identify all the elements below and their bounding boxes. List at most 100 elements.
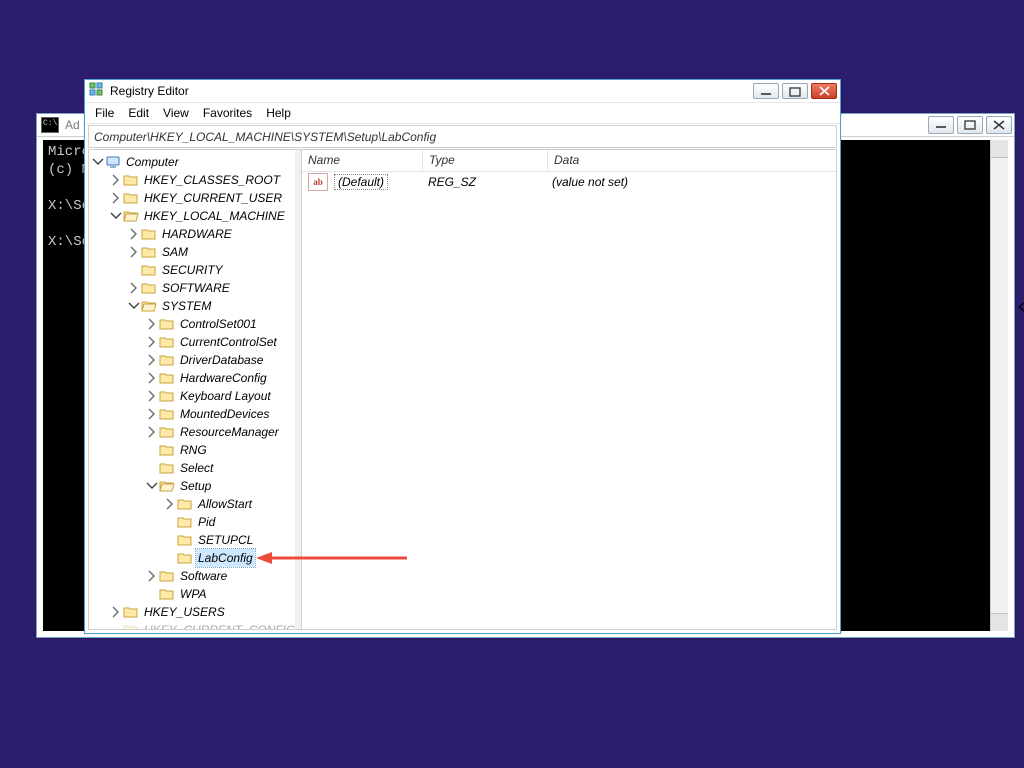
tree-node-wpa[interactable]: WPA bbox=[145, 585, 301, 603]
maximize-button[interactable] bbox=[782, 83, 808, 99]
menu-help[interactable]: Help bbox=[266, 106, 291, 120]
tree-node-keyboard-layout[interactable]: Keyboard Layout bbox=[145, 387, 301, 405]
folder-icon bbox=[159, 461, 175, 475]
folder-icon bbox=[159, 407, 175, 421]
folder-open-icon bbox=[159, 479, 175, 493]
tree-node-setup[interactable]: Setup bbox=[145, 477, 301, 495]
address-bar[interactable]: Computer\HKEY_LOCAL_MACHINE\SYSTEM\Setup… bbox=[88, 125, 837, 148]
chevron-down-icon[interactable] bbox=[91, 155, 105, 169]
tree-node-setupcl[interactable]: SETUPCL bbox=[163, 531, 301, 549]
close-button[interactable] bbox=[986, 116, 1012, 134]
regedit-titlebar[interactable]: Registry Editor bbox=[85, 80, 840, 103]
tree-node-currentcontrolset[interactable]: CurrentControlSet bbox=[145, 333, 301, 351]
tree-node-driverdatabase[interactable]: DriverDatabase bbox=[145, 351, 301, 369]
tree-node-mounteddevices[interactable]: MountedDevices bbox=[145, 405, 301, 423]
chevron-right-icon[interactable] bbox=[145, 389, 159, 403]
values-pane[interactable]: Name Type Data ab (Default) REG_SZ (valu… bbox=[302, 150, 836, 629]
chevron-right-icon[interactable] bbox=[145, 569, 159, 583]
folder-icon bbox=[141, 281, 157, 295]
folder-icon bbox=[159, 335, 175, 349]
folder-open-icon bbox=[123, 209, 139, 223]
folder-open-icon bbox=[141, 299, 157, 313]
value-row[interactable]: ab (Default) REG_SZ (value not set) bbox=[302, 172, 836, 192]
tree-scrollbar[interactable] bbox=[295, 150, 301, 629]
tree-node-software[interactable]: SOFTWARE bbox=[127, 279, 301, 297]
regedit-title-text: Registry Editor bbox=[110, 84, 189, 98]
chevron-right-icon[interactable] bbox=[163, 497, 177, 511]
tree-node-sam[interactable]: SAM bbox=[127, 243, 301, 261]
cmd-title-text: Ad bbox=[65, 118, 80, 132]
folder-icon bbox=[141, 227, 157, 241]
cmd-scrollbar[interactable] bbox=[990, 140, 1008, 631]
column-name[interactable]: Name bbox=[302, 150, 423, 171]
maximize-button[interactable] bbox=[957, 116, 983, 134]
column-headers[interactable]: Name Type Data bbox=[302, 150, 836, 172]
chevron-right-icon[interactable] bbox=[109, 173, 123, 187]
folder-icon bbox=[159, 425, 175, 439]
chevron-right-icon[interactable] bbox=[145, 335, 159, 349]
chevron-right-icon[interactable] bbox=[145, 407, 159, 421]
tree-pane[interactable]: Computer HKEY_CLASSES_ROOT HKEY_CURRENT_… bbox=[89, 150, 302, 629]
tree-node-security[interactable]: SECURITY bbox=[127, 261, 301, 279]
tree-node-allowstart[interactable]: AllowStart bbox=[163, 495, 301, 513]
tree-node-hku[interactable]: HKEY_USERS bbox=[109, 603, 301, 621]
tree-node-computer[interactable]: Computer bbox=[91, 153, 301, 171]
chevron-right-icon[interactable] bbox=[145, 353, 159, 367]
folder-icon bbox=[159, 317, 175, 331]
minimize-button[interactable] bbox=[753, 83, 779, 99]
chevron-down-icon[interactable] bbox=[109, 209, 123, 223]
regedit-icon bbox=[89, 82, 105, 101]
menu-view[interactable]: View bbox=[163, 106, 189, 120]
folder-icon bbox=[177, 551, 193, 565]
folder-icon bbox=[177, 497, 193, 511]
tree-node-resourcemanager[interactable]: ResourceManager bbox=[145, 423, 301, 441]
tree-node-labconfig[interactable]: LabConfig bbox=[163, 549, 301, 567]
tree-node-pid[interactable]: Pid bbox=[163, 513, 301, 531]
tree-node-system[interactable]: SYSTEM bbox=[127, 297, 301, 315]
folder-icon bbox=[159, 389, 175, 403]
chevron-down-icon[interactable] bbox=[127, 299, 141, 313]
tree-node-controlset001[interactable]: ControlSet001 bbox=[145, 315, 301, 333]
folder-icon bbox=[159, 371, 175, 385]
folder-icon bbox=[159, 587, 175, 601]
folder-icon bbox=[123, 623, 139, 629]
chevron-right-icon[interactable] bbox=[145, 371, 159, 385]
tree-node-rng[interactable]: RNG bbox=[145, 441, 301, 459]
tree-node-hkcc[interactable]: HKEY_CURRENT_CONFIG bbox=[109, 621, 301, 629]
folder-icon bbox=[159, 569, 175, 583]
chevron-right-icon[interactable] bbox=[127, 281, 141, 295]
folder-icon bbox=[141, 245, 157, 259]
close-button[interactable] bbox=[811, 83, 837, 99]
minimize-button[interactable] bbox=[928, 116, 954, 134]
tree-node-software[interactable]: Software bbox=[145, 567, 301, 585]
computer-icon bbox=[105, 155, 121, 169]
menu-favorites[interactable]: Favorites bbox=[203, 106, 252, 120]
menu-bar: File Edit View Favorites Help bbox=[85, 103, 840, 124]
folder-icon bbox=[177, 515, 193, 529]
folder-icon bbox=[141, 263, 157, 277]
folder-icon bbox=[159, 443, 175, 457]
tree-node-select[interactable]: Select bbox=[145, 459, 301, 477]
cmd-icon bbox=[41, 117, 59, 133]
folder-icon bbox=[159, 353, 175, 367]
resize-caret-icon bbox=[1017, 302, 1024, 312]
column-data[interactable]: Data bbox=[548, 150, 836, 171]
chevron-right-icon[interactable] bbox=[145, 425, 159, 439]
menu-file[interactable]: File bbox=[95, 106, 114, 120]
column-type[interactable]: Type bbox=[423, 150, 548, 171]
chevron-right-icon[interactable] bbox=[127, 245, 141, 259]
menu-edit[interactable]: Edit bbox=[128, 106, 149, 120]
tree-node-hardwareconfig[interactable]: HardwareConfig bbox=[145, 369, 301, 387]
tree-node-hklm[interactable]: HKEY_LOCAL_MACHINE bbox=[109, 207, 301, 225]
folder-icon bbox=[177, 533, 193, 547]
tree-node-hkcr[interactable]: HKEY_CLASSES_ROOT bbox=[109, 171, 301, 189]
chevron-right-icon[interactable] bbox=[145, 317, 159, 331]
chevron-right-icon[interactable] bbox=[109, 191, 123, 205]
chevron-down-icon[interactable] bbox=[145, 479, 159, 493]
folder-icon bbox=[123, 191, 139, 205]
tree-node-hkcu[interactable]: HKEY_CURRENT_USER bbox=[109, 189, 301, 207]
tree-node-hardware[interactable]: HARDWARE bbox=[127, 225, 301, 243]
string-value-icon: ab bbox=[308, 173, 328, 191]
chevron-right-icon[interactable] bbox=[127, 227, 141, 241]
chevron-right-icon[interactable] bbox=[109, 605, 123, 619]
